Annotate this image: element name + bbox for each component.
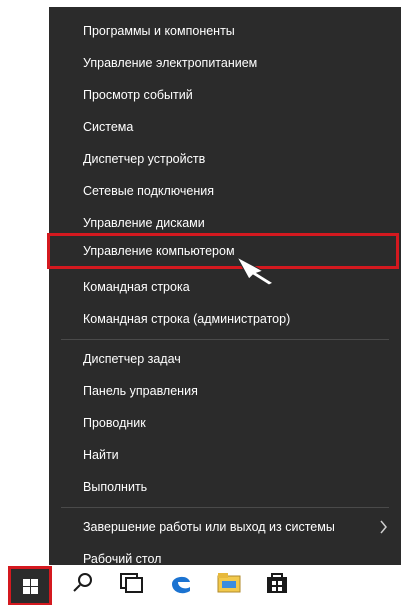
menu-item-programs-and-features[interactable]: Программы и компоненты xyxy=(49,15,401,47)
menu-item-shutdown-signout[interactable]: Завершение работы или выход из системы xyxy=(49,511,401,543)
menu-item-network-connections[interactable]: Сетевые подключения xyxy=(49,175,401,207)
search-icon[interactable] xyxy=(70,570,96,596)
chevron-right-icon xyxy=(380,520,387,534)
menu-separator xyxy=(61,339,389,340)
menu-item-control-panel[interactable]: Панель управления xyxy=(49,375,401,407)
taskbar xyxy=(0,565,404,605)
windows-logo-icon xyxy=(23,579,38,594)
menu-item-command-prompt[interactable]: Командная строка xyxy=(49,271,401,303)
menu-item-task-manager[interactable]: Диспетчер задач xyxy=(49,343,401,375)
menu-item-run[interactable]: Выполнить xyxy=(49,471,401,503)
menu-item-command-prompt-admin[interactable]: Командная строка (администратор) xyxy=(49,303,401,335)
menu-item-system[interactable]: Система xyxy=(49,111,401,143)
task-view-icon[interactable] xyxy=(118,570,144,596)
menu-item-event-viewer[interactable]: Просмотр событий xyxy=(49,79,401,111)
edge-icon[interactable] xyxy=(168,570,194,596)
store-icon[interactable] xyxy=(264,570,290,596)
menu-item-device-manager[interactable]: Диспетчер устройств xyxy=(49,143,401,175)
menu-item-search[interactable]: Найти xyxy=(49,439,401,471)
menu-item-power-options[interactable]: Управление электропитанием xyxy=(49,47,401,79)
menu-separator xyxy=(61,507,389,508)
win-x-context-menu: Программы и компоненты Управление электр… xyxy=(47,7,401,577)
file-explorer-icon[interactable] xyxy=(216,570,242,596)
start-button[interactable] xyxy=(8,566,52,606)
menu-item-file-explorer[interactable]: Проводник xyxy=(49,407,401,439)
menu-item-computer-management[interactable]: Управление компьютером xyxy=(49,235,401,267)
menu-item-label: Завершение работы или выход из системы xyxy=(83,520,335,534)
bottom-text-strip xyxy=(0,605,404,614)
